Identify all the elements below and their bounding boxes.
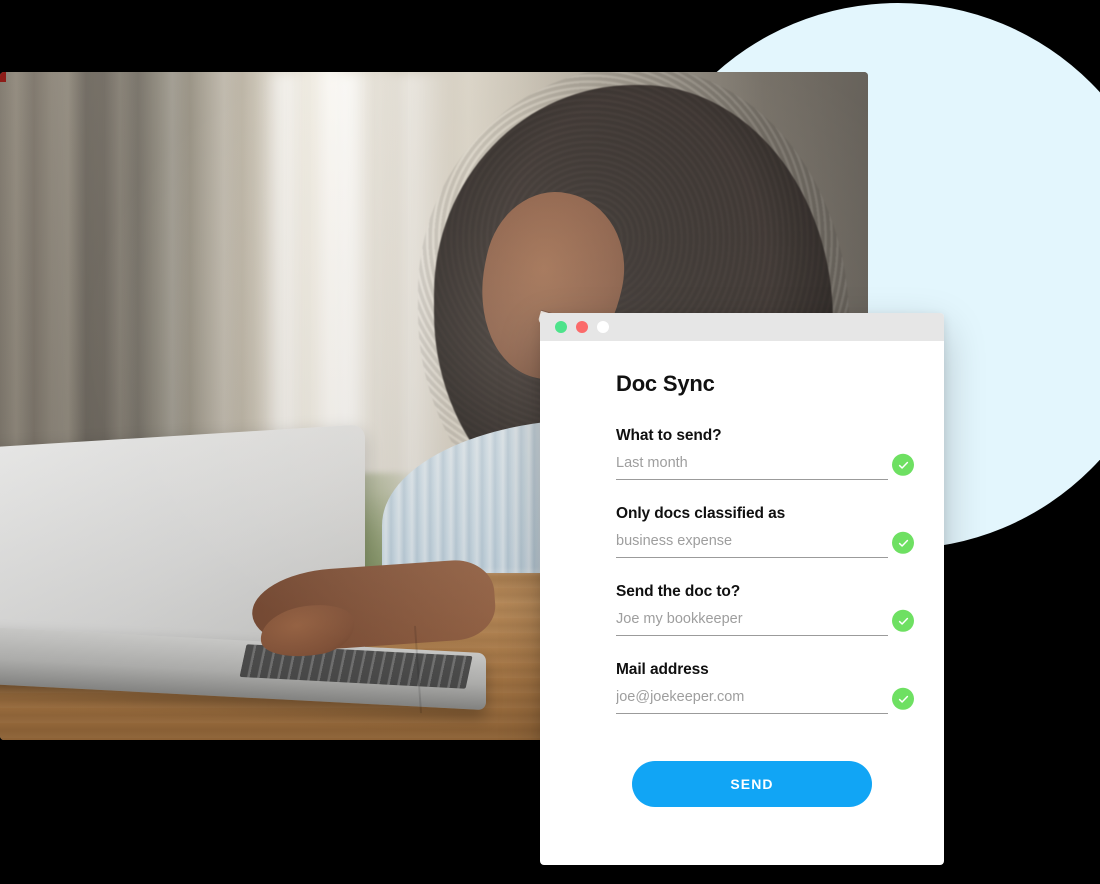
photo-corner-artifact	[0, 72, 6, 82]
card-body: Doc Sync What to send? Only docs classif…	[540, 341, 944, 807]
field-label: Send the doc to?	[616, 583, 741, 600]
field-row	[616, 609, 914, 636]
docs-classified-as-input[interactable]	[616, 533, 888, 549]
send-button[interactable]: SEND	[632, 761, 872, 807]
field-row	[616, 531, 914, 558]
field-label: Only docs classified as	[616, 505, 786, 522]
mail-address-input[interactable]	[616, 689, 888, 705]
page-root: Doc Sync What to send? Only docs classif…	[0, 0, 1100, 884]
field-send-the-doc-to: Send the doc to?	[616, 583, 914, 636]
check-circle-icon	[892, 609, 914, 632]
minimize-dot[interactable]	[555, 321, 567, 333]
page-title: Doc Sync	[616, 371, 715, 396]
field-row	[616, 453, 914, 480]
maximize-dot[interactable]	[597, 321, 609, 333]
field-label: What to send?	[616, 427, 722, 444]
check-circle-icon	[892, 687, 914, 710]
field-mail-address: Mail address	[616, 661, 914, 714]
submit-row: SEND	[616, 739, 888, 807]
card-titlebar	[540, 313, 944, 341]
doc-sync-card: Doc Sync What to send? Only docs classif…	[540, 313, 944, 865]
field-docs-classified-as: Only docs classified as	[616, 505, 914, 558]
check-circle-icon	[892, 531, 914, 554]
check-circle-icon	[892, 453, 914, 476]
what-to-send-input[interactable]	[616, 455, 888, 471]
field-label: Mail address	[616, 661, 709, 678]
close-dot[interactable]	[576, 321, 588, 333]
send-the-doc-to-input[interactable]	[616, 611, 888, 627]
field-row	[616, 687, 914, 714]
field-what-to-send: What to send?	[616, 427, 914, 480]
